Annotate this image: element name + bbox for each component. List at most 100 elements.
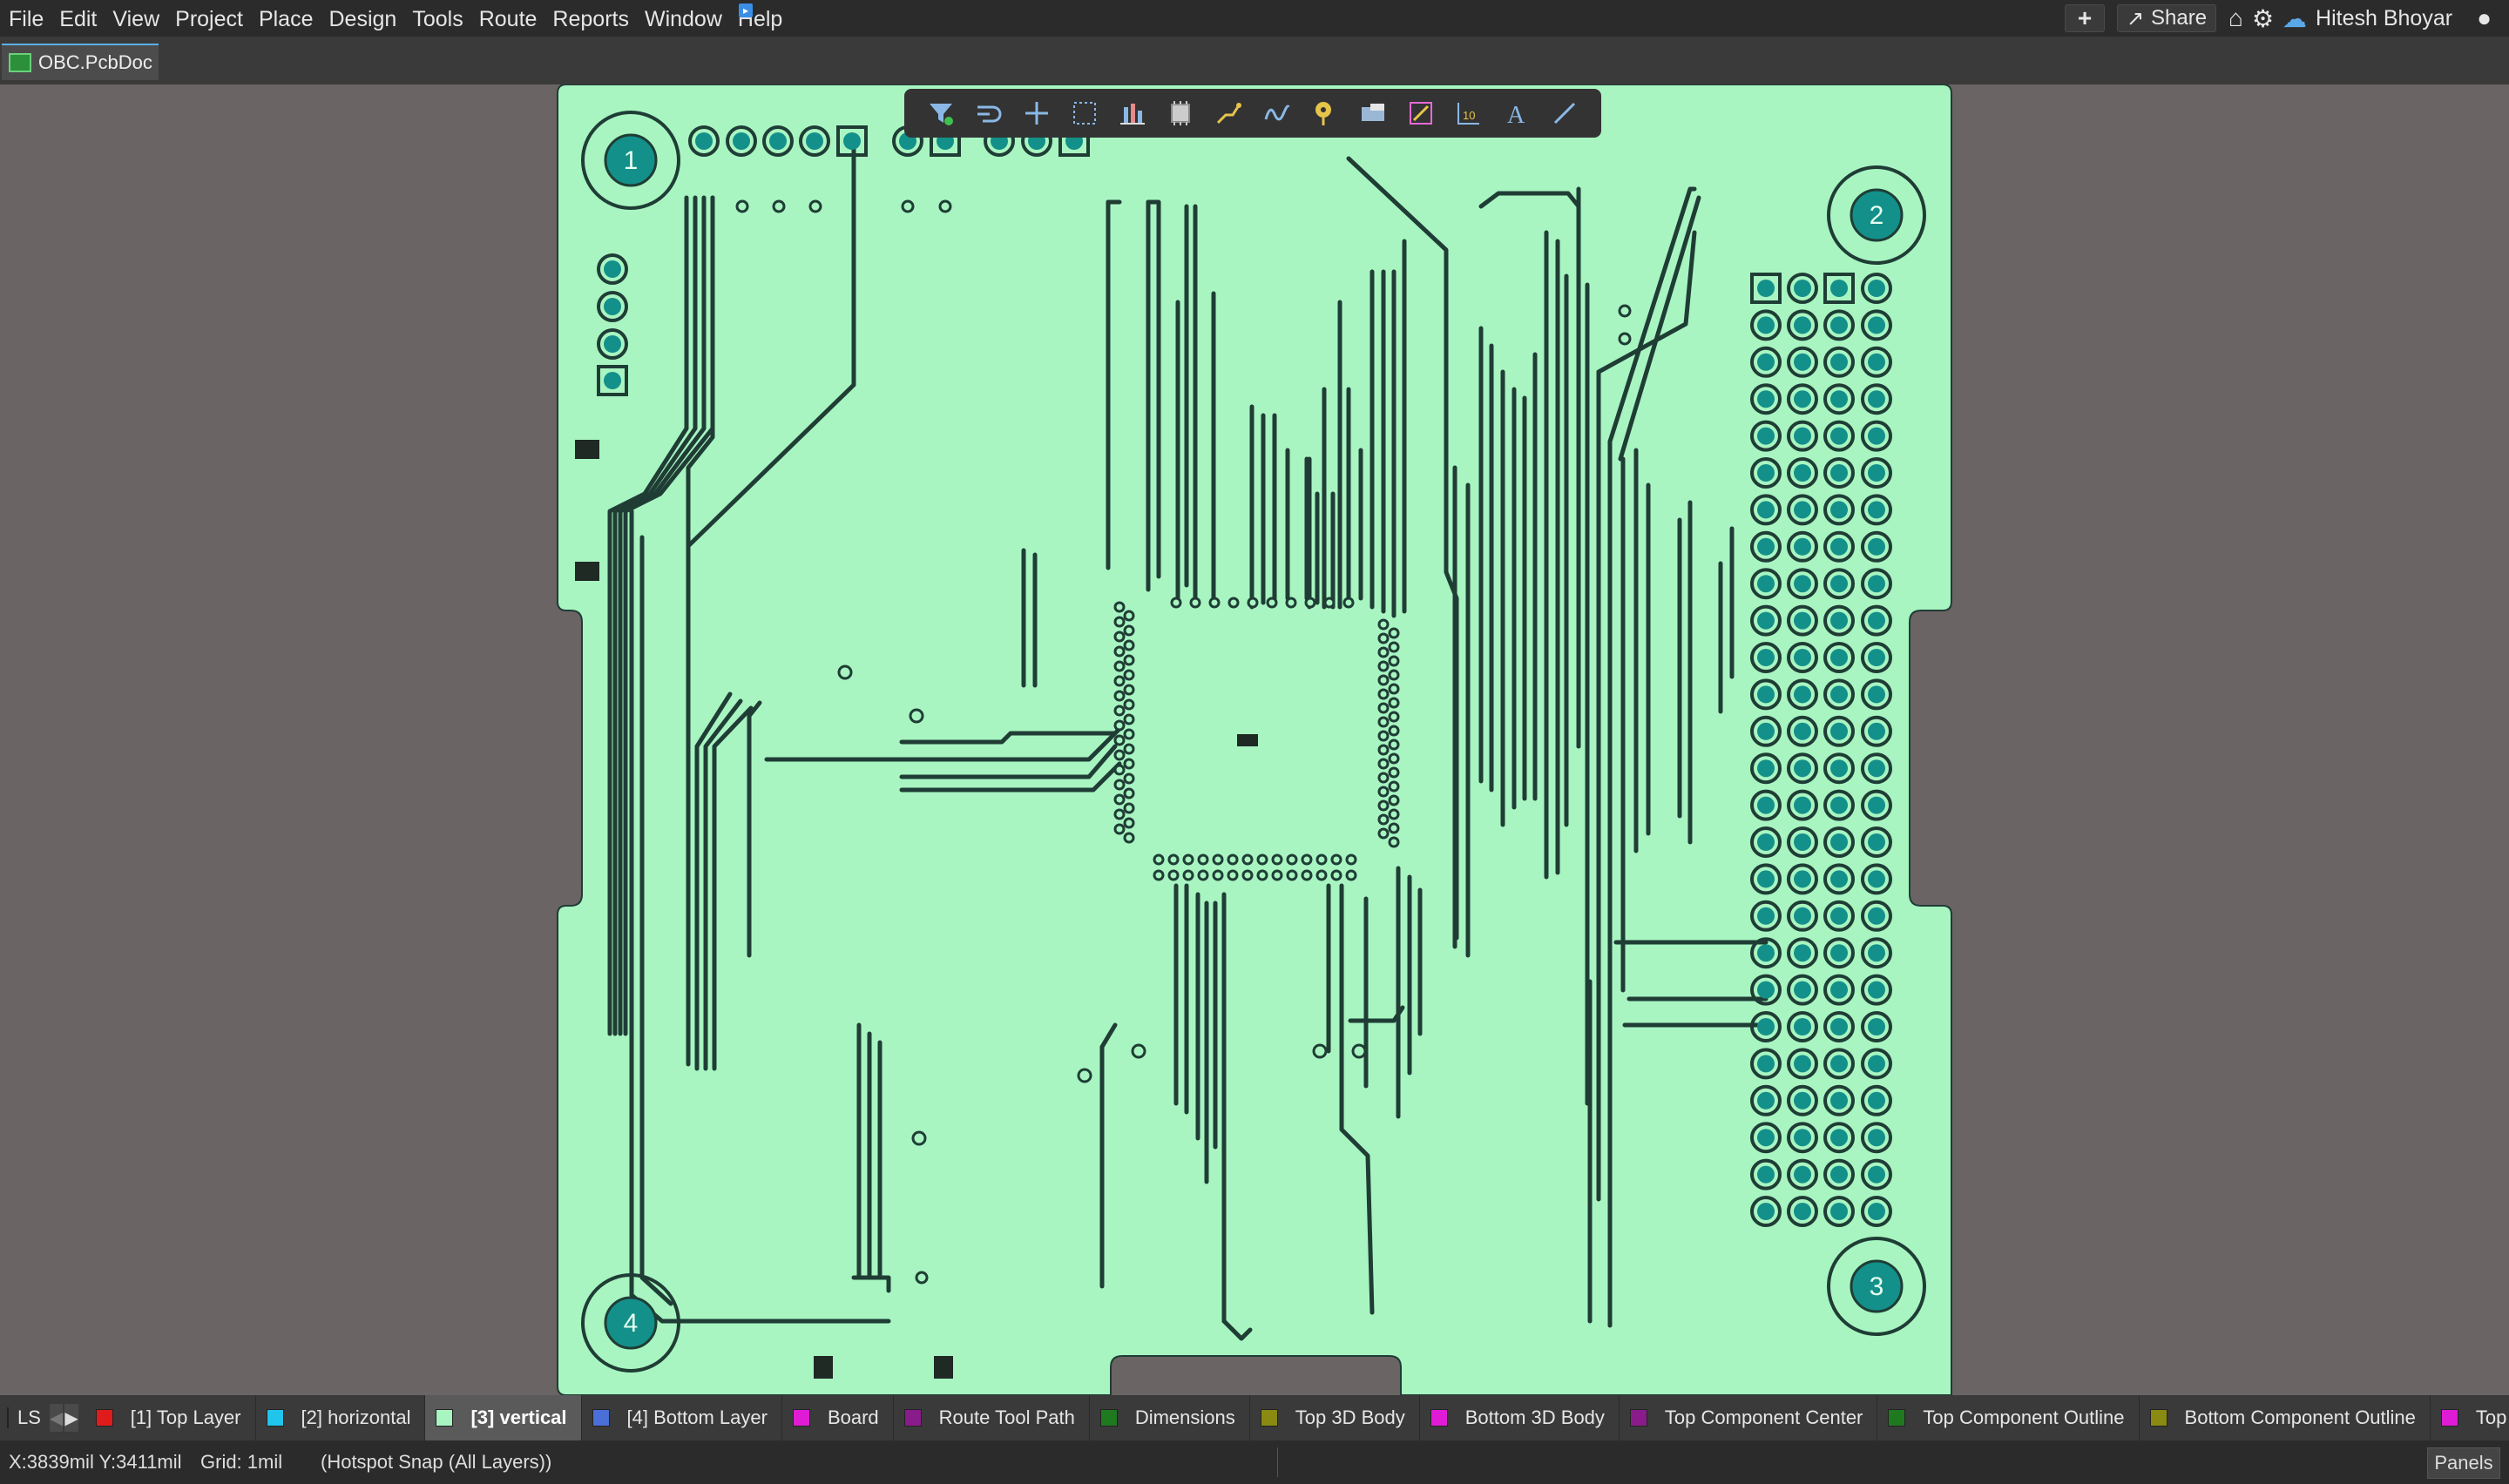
layer-tab[interactable]: Board xyxy=(782,1395,894,1440)
layer-tab[interactable]: Bottom Component Outline xyxy=(2140,1395,2431,1440)
home-icon[interactable]: ⌂ xyxy=(2228,4,2243,32)
via xyxy=(938,199,952,213)
via xyxy=(808,199,822,213)
via xyxy=(1153,853,1165,866)
via xyxy=(1345,853,1357,866)
via xyxy=(1388,711,1400,723)
layer-prev-button[interactable]: ◀ xyxy=(49,1404,64,1432)
via xyxy=(1123,728,1135,740)
menu-tools[interactable]: Tools xyxy=(404,0,470,37)
via xyxy=(1131,1043,1146,1059)
pcb-canvas[interactable]: 1 2 3 4 10 A xyxy=(0,84,2509,1395)
user-name[interactable]: Hitesh Bhoyar xyxy=(2316,6,2452,31)
layer-tab[interactable]: Top Component Outline xyxy=(1877,1395,2140,1440)
via xyxy=(1113,719,1126,732)
via xyxy=(1388,655,1400,667)
polygon-icon[interactable] xyxy=(1356,96,1390,131)
place-component-icon[interactable] xyxy=(1163,96,1198,131)
layer-tab-label: Top xyxy=(2475,1406,2507,1428)
layer-tab-label: [4] Bottom Layer xyxy=(626,1406,768,1428)
via xyxy=(1377,688,1390,700)
gear-icon[interactable]: ⚙ xyxy=(2252,4,2274,33)
current-layer-swatch[interactable] xyxy=(7,1407,9,1428)
menu-project[interactable]: Project xyxy=(167,0,251,37)
via xyxy=(1377,646,1390,658)
via xyxy=(911,1130,927,1146)
menu-design[interactable]: Design xyxy=(321,0,405,37)
menu-edit[interactable]: Edit xyxy=(51,0,105,37)
via xyxy=(1212,853,1224,866)
layer-tab[interactable]: Route Tool Path xyxy=(894,1395,1090,1440)
diff-pair-icon[interactable] xyxy=(1260,96,1295,131)
layer-tab[interactable]: [3] vertical xyxy=(425,1395,582,1440)
layer-tab[interactable]: Top xyxy=(2431,1395,2509,1440)
route-icon[interactable] xyxy=(1211,96,1246,131)
via xyxy=(1271,853,1283,866)
add-icon: + xyxy=(2077,4,2093,31)
via xyxy=(1388,808,1400,820)
help-badge-icon: ▸ xyxy=(739,3,753,17)
layer-tab[interactable]: Top 3D Body xyxy=(1250,1395,1420,1440)
via xyxy=(1123,772,1135,785)
menu-file[interactable]: File xyxy=(0,0,51,37)
pcb-board-view[interactable]: 1 2 3 4 xyxy=(0,84,2509,1395)
interactive-route-icon[interactable] xyxy=(971,96,1006,131)
layer-tab[interactable]: [1] Top Layer xyxy=(85,1395,256,1440)
mounting-hole-label: 2 xyxy=(1870,201,1884,230)
layer-next-button[interactable]: ▶ xyxy=(64,1404,78,1432)
via xyxy=(1227,853,1239,866)
line-icon[interactable] xyxy=(1547,96,1582,131)
panels-button[interactable]: Panels xyxy=(2427,1447,2500,1479)
share-button[interactable]: ↗ Share xyxy=(2117,4,2217,32)
via xyxy=(1113,705,1126,717)
layer-tab[interactable]: Top Component Center xyxy=(1620,1395,1878,1440)
layer-tab[interactable]: [4] Bottom Layer xyxy=(582,1395,782,1440)
via xyxy=(1323,597,1336,609)
share-icon: ↗ xyxy=(2126,6,2145,30)
via xyxy=(1312,1043,1328,1059)
menu-reports[interactable]: Reports xyxy=(544,0,637,37)
menu-window[interactable]: Window xyxy=(637,0,730,37)
align-icon[interactable] xyxy=(1115,96,1150,131)
via xyxy=(1301,853,1313,866)
document-tab-bar: OBC.PcbDoc xyxy=(0,37,2509,85)
cross-probe-icon[interactable] xyxy=(1019,96,1054,131)
account-icon[interactable]: ● xyxy=(2477,4,2492,32)
layer-tab-label: Top Component Center xyxy=(1664,1406,1863,1428)
pcb-active-bar: 10 A xyxy=(904,89,1601,138)
via xyxy=(1377,772,1390,784)
via xyxy=(1330,853,1342,866)
layer-tab-label: Bottom Component Outline xyxy=(2184,1406,2416,1428)
via xyxy=(1113,793,1126,806)
layer-tab[interactable]: [2] horizontal xyxy=(256,1395,426,1440)
filter-icon[interactable] xyxy=(923,96,958,131)
menu-bar: File Edit View Project Place Design Tool… xyxy=(0,0,2509,37)
via xyxy=(1388,697,1400,709)
smd-pad xyxy=(814,1356,833,1379)
add-button[interactable]: + xyxy=(2065,4,2106,32)
select-rect-icon[interactable] xyxy=(1067,96,1102,131)
menu-place[interactable]: Place xyxy=(251,0,321,37)
via xyxy=(1113,601,1126,613)
via xyxy=(1212,869,1224,881)
layer-set-label[interactable]: LS xyxy=(17,1406,41,1429)
layer-color-swatch xyxy=(266,1409,284,1427)
via xyxy=(1113,764,1126,776)
layer-tab[interactable]: Bottom 3D Body xyxy=(1420,1395,1620,1440)
place-via-icon[interactable] xyxy=(1308,96,1342,131)
via xyxy=(1113,734,1126,746)
text-icon[interactable]: A xyxy=(1499,96,1534,131)
via xyxy=(1123,832,1135,844)
via xyxy=(1227,869,1239,881)
menu-view[interactable]: View xyxy=(105,0,167,37)
place-keepout-icon[interactable] xyxy=(1403,96,1438,131)
place-string-table-icon[interactable]: 10 xyxy=(1451,96,1486,131)
document-tab[interactable]: OBC.PcbDoc xyxy=(2,44,159,80)
via xyxy=(1388,683,1400,695)
layer-tab[interactable]: Dimensions xyxy=(1090,1395,1250,1440)
menu-route[interactable]: Route xyxy=(471,0,545,37)
via xyxy=(1377,786,1390,798)
via xyxy=(1123,743,1135,755)
via xyxy=(1266,597,1278,609)
via xyxy=(1256,869,1268,881)
